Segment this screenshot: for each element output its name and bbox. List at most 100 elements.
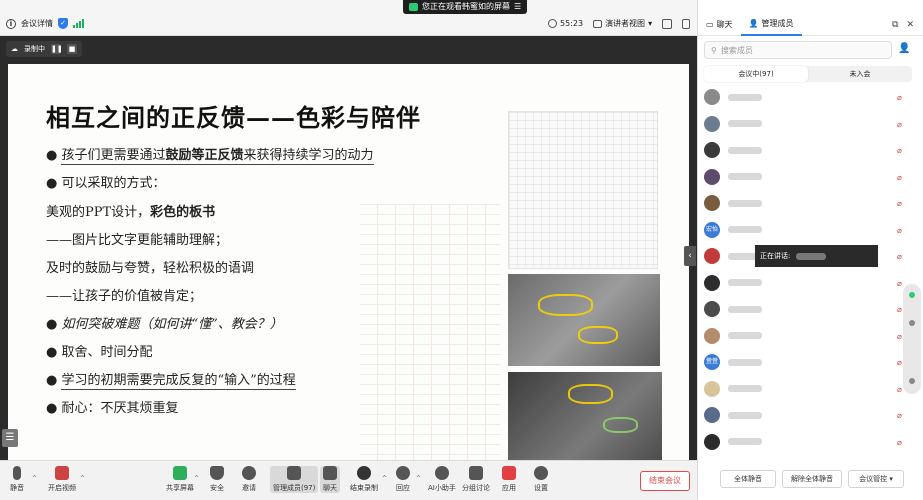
avatar [704,433,720,450]
chat-label: 聊天 [323,484,337,492]
member-row[interactable]: ⌀ [698,376,910,403]
highlight-mark [538,294,593,316]
slide-text-bold: 彩色的板书 [150,205,216,220]
muted-mic-icon[interactable]: ⌀ [897,173,906,182]
chevron-up-icon[interactable]: ^ [32,475,37,482]
member-row[interactable]: ⌀ [698,111,910,138]
stop-recording-toolbar-button[interactable]: 结束录制 [350,466,378,493]
manage-members-button[interactable]: 管理成员(97) [270,466,319,493]
member-row[interactable]: ⌀ [698,296,910,323]
pip-icon[interactable] [682,18,691,29]
muted-mic-icon[interactable]: ⌀ [897,120,906,129]
apps-grid-icon [502,466,516,480]
member-row[interactable]: 宏怡 ⌀ [698,217,910,244]
stop-recording-button[interactable]: ■ [67,44,77,54]
status-dot [909,292,915,298]
fullscreen-icon[interactable] [662,18,673,29]
ai-assistant-button[interactable]: AI小助手 [428,466,456,493]
member-row[interactable]: ⌀ [698,164,910,191]
member-list: ⌀⌀⌀⌀⌀宏怡⌀⌀⌀⌀⌀萱萱⌀⌀⌀⌀⌀⌀ [698,84,910,454]
member-row[interactable]: ⌀ [698,270,910,297]
panel-tabs: ▭ 聊天 👤 管理成员 ⧉ ✕ [698,14,923,36]
unmute-all-button[interactable]: 解除全体静音 [782,470,842,488]
search-placeholder: 搜索成员 [720,45,753,55]
member-row[interactable]: ⌀ [698,190,910,217]
popout-icon[interactable]: ⧉ [892,20,898,30]
muted-mic-icon[interactable]: ⌀ [897,411,906,420]
slide-bullet-8: ● 取舍、时间分配 [46,345,153,360]
tab-not-joined[interactable]: 未入会 [808,66,912,82]
meeting-control-label: 会议管控 [859,475,888,483]
chevron-up-icon[interactable]: ^ [382,475,387,482]
mute-button[interactable]: 静音 [10,466,24,493]
meeting-details-link[interactable]: 会议详情 [21,18,53,29]
slide-bullet-10: ● 耐心：不厌其烦重复 [46,401,179,416]
network-signal-icon[interactable] [73,19,84,28]
tab-in-meeting[interactable]: 会议中(97) [704,66,808,82]
muted-mic-icon[interactable]: ⌀ [897,252,906,261]
share-screen-icon [173,466,187,480]
member-search-input[interactable]: ⚲ 搜索成员 [704,41,892,59]
end-meeting-button[interactable]: 结束会议 [640,471,690,491]
view-layout-selector[interactable]: 演讲者视图 ▾ [593,18,652,29]
meeting-control-button[interactable]: 会议管控 ▾ [848,470,904,488]
member-row[interactable]: ⌀ [698,323,910,350]
banner-menu-icon[interactable]: ☰ [514,0,521,14]
chat-bubble-icon [323,466,337,480]
ai-assistant-label: AI小助手 [428,484,456,492]
muted-mic-icon[interactable]: ⌀ [897,93,906,102]
avatar [704,115,720,132]
security-button[interactable]: 安全 [210,466,224,493]
presentation-slide: 相互之间的正反馈——色彩与陪伴 ● 孩子们更需要通过鼓励等正反馈来获得持续学习的… [8,64,689,485]
member-row[interactable]: ⌀ [698,429,910,455]
security-shield-icon[interactable]: ✓ [58,18,68,29]
add-member-icon[interactable]: 👤 [898,43,910,54]
avatar: 萱萱 [704,354,720,371]
settings-button[interactable]: 设置 [534,466,548,493]
tab-chat[interactable]: ▭ 聊天 [698,14,741,36]
pause-recording-button[interactable]: ❚❚ [51,44,63,54]
muted-mic-icon[interactable]: ⌀ [897,226,906,235]
share-label: 共享屏幕 [166,484,194,492]
member-name [728,358,762,366]
breakout-icon [469,466,483,480]
screen-share-text: 您正在观看韩蜜如的屏幕 [422,2,510,11]
invite-button[interactable]: 邀请 [242,466,256,493]
slide-bullet-2: ● 可以采取的方式： [46,176,166,191]
highlight-mark [568,384,613,404]
slide-line-6: ——让孩子的价值被肯定； [46,289,203,304]
avatar: 宏怡 [704,221,720,238]
breakout-rooms-button[interactable]: 分组讨论 [462,466,490,493]
recording-label: 录制中 [24,45,45,53]
chat-button[interactable]: 聊天 [320,466,340,493]
member-row[interactable]: ⌀ [698,84,910,111]
muted-mic-icon[interactable]: ⌀ [897,146,906,155]
member-row[interactable]: ⌀ [698,402,910,429]
member-scrollbar[interactable] [903,284,921,394]
apps-button[interactable]: 应用 [502,466,516,493]
member-row[interactable]: ⌀ [698,137,910,164]
share-screen-button[interactable]: 共享屏幕 [166,466,194,493]
video-label: 开启视频 [48,484,76,492]
chevron-up-icon[interactable]: ^ [194,475,199,482]
member-row[interactable]: 萱萱 ⌀ [698,349,910,376]
tab-members[interactable]: 👤 管理成员 [740,14,802,36]
meeting-toolbar: 静音 ^ 开启视频 ^ 共享屏幕 ^ 安全 邀请 管理成员(97) 聊天 结束录… [0,460,697,500]
avatar [704,89,720,106]
security-label: 安全 [210,484,224,492]
collapse-panel-button[interactable]: ‹ [684,246,696,266]
mute-all-button[interactable]: 全体静音 [720,470,776,488]
reactions-button[interactable]: 回应 [396,466,410,493]
slide-line-4: ——图片比文字更能辅助理解； [46,233,229,248]
close-icon[interactable]: ✕ [906,20,914,30]
chevron-up-icon[interactable]: ^ [416,475,421,482]
video-button[interactable]: 开启视频 [48,466,76,493]
info-icon[interactable]: i [6,18,16,29]
speaker-name [796,252,827,260]
muted-mic-icon[interactable]: ⌀ [897,199,906,208]
muted-mic-icon[interactable]: ⌀ [897,438,906,447]
annotation-menu-icon[interactable]: ☰ [2,429,18,447]
screen-share-icon [409,3,418,11]
chevron-up-icon[interactable]: ^ [80,475,85,482]
recording-indicator: ☁ 录制中 ❚❚ ■ [6,41,82,57]
